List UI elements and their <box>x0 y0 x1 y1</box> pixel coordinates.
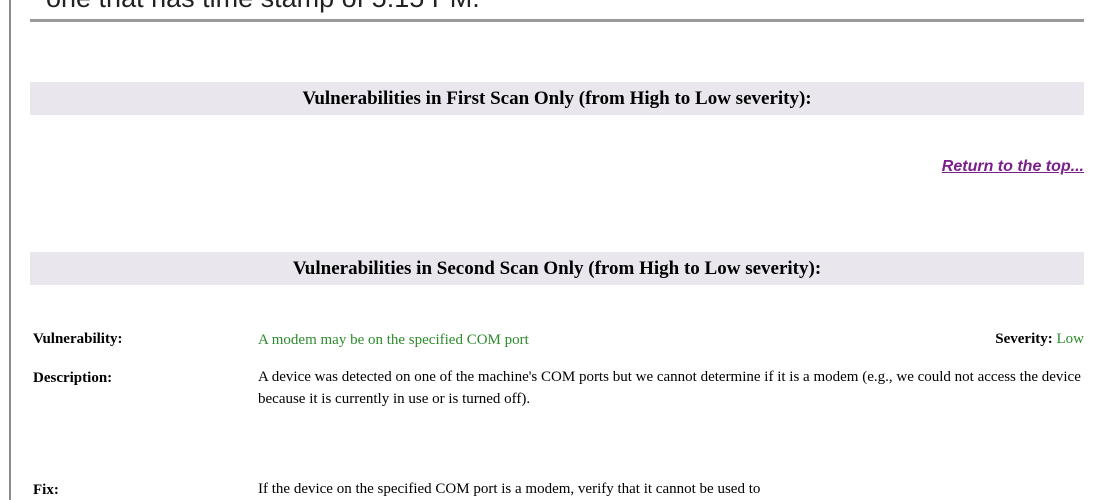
description-label: Description: <box>33 370 113 386</box>
report-page: one that has time stamp of 5:15 PM. Vuln… <box>0 0 1100 500</box>
severity-field: Severity: Low <box>995 331 1084 348</box>
vulnerability-label: Vulnerability: <box>33 331 123 347</box>
severity-value: Low <box>1056 331 1085 347</box>
return-to-top-link[interactable]: Return to the top... <box>942 158 1084 176</box>
second-scan-section-header: Vulnerabilities in Second Scan Only (fro… <box>30 252 1084 285</box>
first-scan-section-header: Vulnerabilities in First Scan Only (from… <box>30 82 1084 115</box>
fix-label: Fix: <box>33 482 59 498</box>
left-border-line <box>9 0 11 500</box>
fix-text: If the device on the specified COM port … <box>258 481 761 497</box>
severity-label: Severity: <box>995 331 1053 347</box>
horizontal-divider <box>30 19 1084 22</box>
description-text: A device was detected on one of the mach… <box>258 369 1081 407</box>
vulnerability-name: A modem may be on the specified COM port <box>258 332 529 348</box>
slide-caption-text: one that has time stamp of 5:15 PM. <box>46 0 480 14</box>
